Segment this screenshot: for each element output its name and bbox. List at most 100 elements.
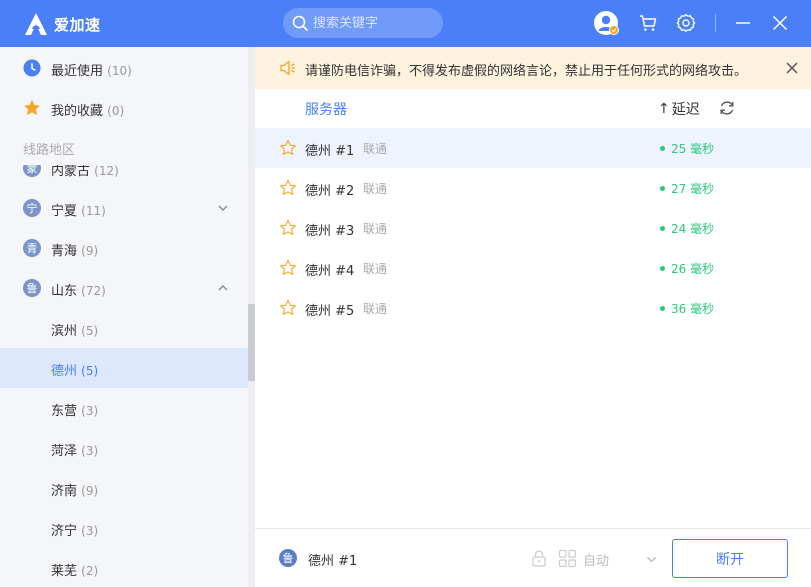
sidebar-item-qinghai[interactable]: 青 青海 (9) (0, 228, 248, 268)
search-icon (292, 15, 308, 31)
city-label: 济南 (9) (51, 484, 99, 499)
user-avatar-button[interactable] (593, 10, 619, 36)
sidebar-item-ningxia[interactable]: 宁 宁夏 (11) (0, 188, 248, 228)
server-isp: 联通 (363, 262, 388, 276)
star-outline-icon[interactable] (279, 219, 297, 237)
grid-icon[interactable] (558, 549, 577, 568)
search-input[interactable] (313, 8, 437, 38)
app-title: 爱加速 (54, 16, 101, 34)
status-dot-icon (660, 146, 665, 151)
server-row[interactable]: 德州 #1 联通 25 毫秒 (255, 128, 811, 168)
section-title-regions: 线路地区 (23, 143, 76, 158)
search-box[interactable] (283, 8, 443, 38)
disconnect-button[interactable]: 断开 (672, 539, 788, 578)
server-isp: 联通 (363, 182, 388, 196)
column-header-server[interactable]: 服务器 (305, 99, 347, 119)
server-latency: 26 毫秒 (660, 260, 714, 277)
status-dot-icon (660, 306, 665, 311)
server-isp: 联通 (363, 142, 388, 156)
server-isp: 联通 (363, 302, 388, 316)
province-icon: 宁 (23, 199, 41, 217)
city-label: 东营 (3) (51, 404, 99, 419)
sidebar-item-count: (10) (107, 64, 132, 78)
titlebar-divider (715, 14, 716, 32)
minimize-icon (736, 22, 750, 24)
close-window-button[interactable] (767, 10, 793, 36)
star-outline-icon[interactable] (279, 179, 297, 197)
city-label: 菏泽 (3) (51, 444, 99, 459)
close-icon (772, 15, 788, 31)
column-header-latency[interactable]: ↑ 延迟 (658, 99, 700, 119)
current-node-label: 德州 #1 (308, 554, 358, 569)
cart-button[interactable] (635, 10, 661, 36)
sidebar-item-label: 宁夏 (11) (51, 204, 106, 219)
server-latency: 36 毫秒 (660, 300, 714, 317)
notice-text: 请谨防电信诈骗，不得发布虚假的网络言论，禁止用于任何形式的网络攻击。 (305, 64, 748, 79)
sidebar-item-label: 山东 (72) (51, 284, 106, 299)
clock-icon (23, 59, 41, 77)
server-name: 德州 #2 (305, 184, 355, 199)
city-label: 莱芜 (2) (51, 564, 99, 579)
sidebar-city-jining[interactable]: 济宁 (3) (0, 508, 248, 548)
sidebar-city-jinan[interactable]: 济南 (9) (0, 468, 248, 508)
mode-select-value[interactable]: 自动 (583, 550, 609, 569)
sidebar-city-dezhou[interactable]: 德州 (5) (0, 348, 248, 388)
server-latency: 24 毫秒 (660, 220, 714, 237)
lock-icon[interactable] (530, 549, 548, 567)
sidebar-item-label: 内蒙古 (12) (51, 164, 119, 179)
sidebar-city-binzhou[interactable]: 滨州 (5) (0, 308, 248, 348)
sort-arrow-icon: ↑ (658, 101, 670, 117)
server-isp: 联通 (363, 222, 388, 236)
avatar-icon (594, 11, 619, 35)
notice-banner: 请谨防电信诈骗，不得发布虚假的网络言论，禁止用于任何形式的网络攻击。 (255, 47, 811, 89)
gear-icon (676, 14, 696, 32)
star-outline-icon[interactable] (279, 139, 297, 157)
chevron-down-icon[interactable] (646, 554, 657, 565)
sidebar-item-favorites[interactable]: 我的收藏 (0) (0, 88, 248, 128)
status-dot-icon (660, 226, 665, 231)
sidebar-item-label: 我的收藏 (0) (51, 104, 125, 119)
sidebar-item-recent[interactable]: 最近使用 (10) (0, 48, 248, 88)
connection-footer: 鲁 德州 #1 自动 断开 (255, 528, 811, 587)
sidebar-city-heze[interactable]: 菏泽 (3) (0, 428, 248, 468)
server-name: 德州 #1 (305, 144, 355, 159)
status-dot-icon (660, 266, 665, 271)
chevron-up-icon[interactable] (217, 282, 229, 294)
star-outline-icon[interactable] (279, 259, 297, 277)
minimize-button[interactable] (730, 10, 756, 36)
province-icon: 鲁 (23, 279, 41, 297)
city-label: 滨州 (5) (51, 324, 99, 339)
settings-button[interactable] (673, 10, 699, 36)
province-icon: 蒙 (23, 165, 41, 177)
sidebar-item-count: (0) (107, 104, 125, 118)
city-label: 德州 (5) (51, 364, 99, 379)
latency-header-label: 延迟 (671, 102, 700, 118)
speaker-icon (280, 60, 295, 76)
star-filled-icon (24, 99, 40, 115)
chevron-down-icon[interactable] (217, 202, 229, 214)
server-row[interactable]: 德州 #4 联通 26 毫秒 (255, 248, 811, 288)
sidebar-scrollbar-thumb[interactable] (248, 304, 255, 381)
server-name: 德州 #3 (305, 224, 355, 239)
server-row[interactable]: 德州 #2 联通 27 毫秒 (255, 168, 811, 208)
city-label: 济宁 (3) (51, 524, 99, 539)
title-bar: 爱加速 (0, 0, 811, 47)
star-outline-icon[interactable] (279, 299, 297, 317)
province-icon: 青 (23, 239, 41, 257)
sidebar-item-shandong[interactable]: 鲁 山东 (72) (0, 268, 248, 308)
refresh-icon[interactable] (718, 99, 736, 117)
notice-close-icon[interactable] (785, 61, 799, 75)
current-province-icon: 鲁 (279, 549, 297, 567)
server-row[interactable]: 德州 #3 联通 24 毫秒 (255, 208, 811, 248)
status-dot-icon (660, 186, 665, 191)
sidebar-city-dongying[interactable]: 东营 (3) (0, 388, 248, 428)
server-latency: 27 毫秒 (660, 180, 714, 197)
server-name: 德州 #5 (305, 304, 355, 319)
sidebar: 最近使用 (10) 我的收藏 (0) 线路地区 蒙 内蒙古 (12) 宁 宁夏 … (0, 47, 255, 587)
sidebar-city-laiwu[interactable]: 莱芜 (2) (0, 548, 248, 587)
cart-icon (640, 15, 657, 31)
sidebar-item-label: 青海 (9) (51, 244, 99, 259)
server-latency: 25 毫秒 (660, 140, 714, 157)
server-name: 德州 #4 (305, 264, 355, 279)
server-row[interactable]: 德州 #5 联通 36 毫秒 (255, 288, 811, 328)
